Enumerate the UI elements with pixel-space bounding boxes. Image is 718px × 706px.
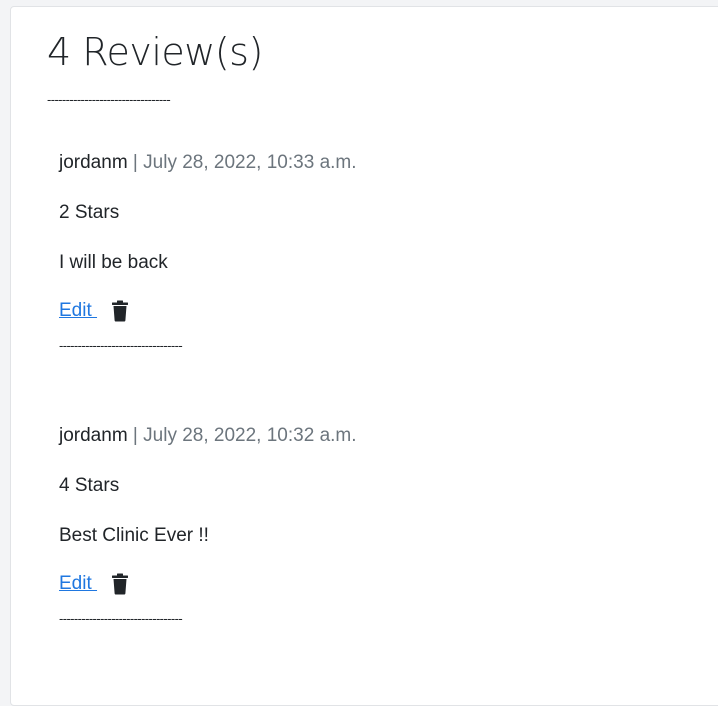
review-author: jordanm <box>59 152 128 173</box>
edit-review-link[interactable]: Edit <box>59 572 97 596</box>
trash-icon[interactable] <box>111 573 129 595</box>
review-actions: Edit <box>59 297 129 325</box>
edit-review-link[interactable]: Edit <box>59 299 97 323</box>
review-divider: --------------------------------- <box>59 611 183 626</box>
review-author: jordanm <box>59 425 128 446</box>
meta-separator: | <box>127 152 144 173</box>
review-date: July 28, 2022, 10:32 a.m. <box>143 425 357 446</box>
review-rating: 4 Stars <box>59 475 120 496</box>
review-actions: Edit <box>59 570 129 598</box>
review-meta: jordanm | July 28, 2022, 10:32 a.m. <box>59 424 357 448</box>
heading-divider: --------------------------------- <box>47 92 171 107</box>
reviews-count-heading: 4 Review(s) <box>47 30 263 74</box>
review-divider: --------------------------------- <box>59 338 183 353</box>
review-body: I will be back <box>59 252 168 273</box>
review-date: July 28, 2022, 10:33 a.m. <box>143 152 357 173</box>
trash-icon[interactable] <box>111 300 129 322</box>
reviews-card: 4 Review(s) ----------------------------… <box>10 6 718 706</box>
meta-separator: | <box>127 425 144 446</box>
review-rating: 2 Stars <box>59 202 120 223</box>
review-body: Best Clinic Ever !! <box>59 525 209 546</box>
review-meta: jordanm | July 28, 2022, 10:33 a.m. <box>59 151 357 175</box>
